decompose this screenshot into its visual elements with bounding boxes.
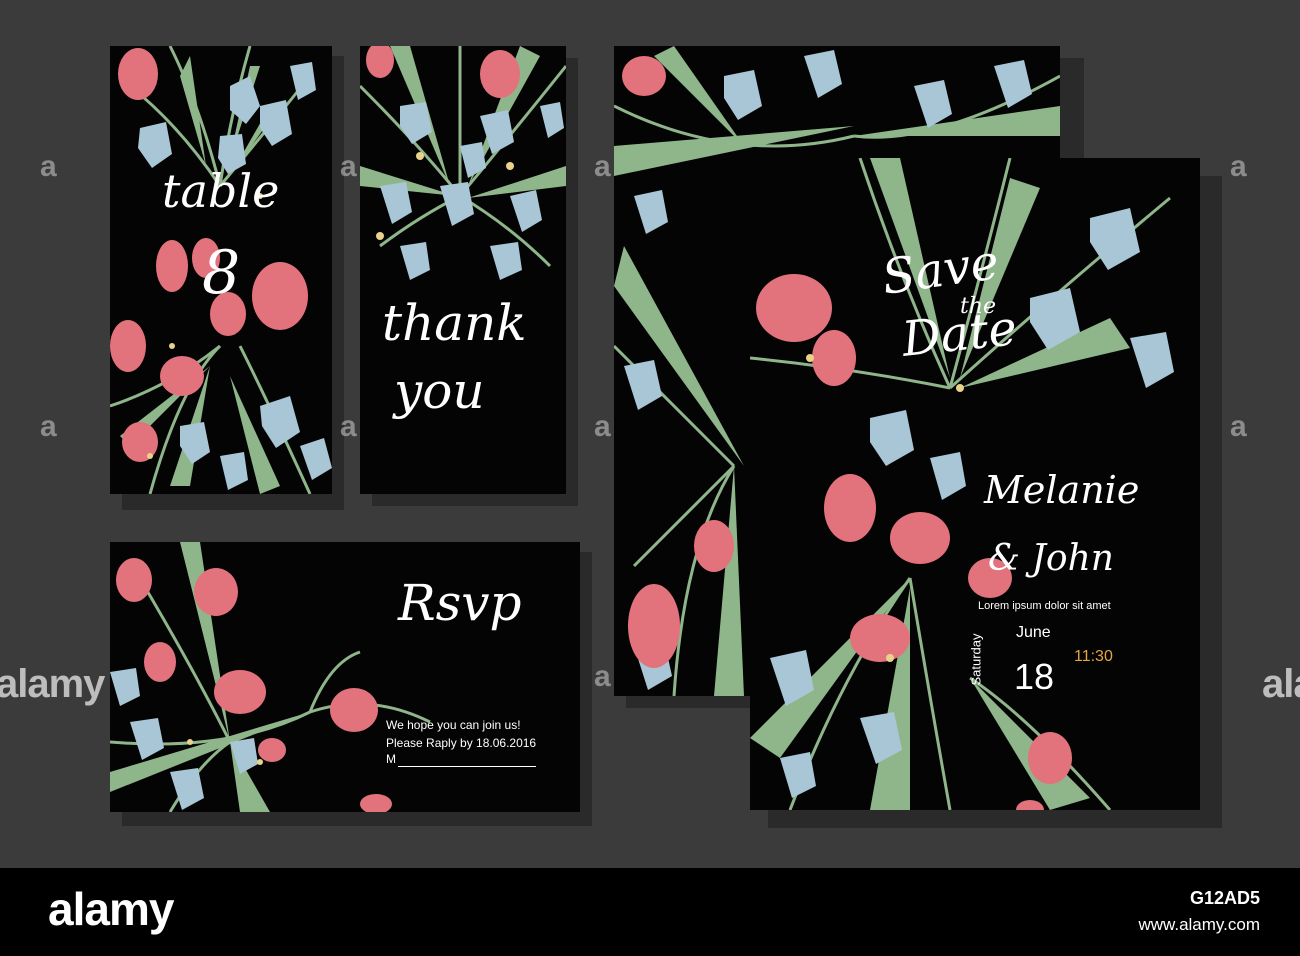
watermark-tile: a (594, 150, 611, 183)
watermark-tile: a (340, 150, 357, 183)
event-time: 11:30 (1074, 648, 1113, 665)
watermark-tile: a (40, 150, 57, 183)
watermark-tile: a (40, 410, 57, 443)
you-line: you (394, 362, 485, 420)
product-mockup-stage: alamy alamy (0, 0, 1300, 868)
rsvp-line-1: We hope you can join us! (386, 718, 521, 732)
table-number: 8 (202, 238, 241, 308)
watermark-tile: a (594, 660, 611, 693)
table-word: table (162, 164, 280, 218)
thank-you-card: thank you (360, 46, 566, 494)
brand-logo: alamy (48, 883, 174, 935)
watermark-tile: a (1230, 410, 1247, 443)
thank-line: thank (382, 294, 527, 352)
rsvp-line-2: Please Raply by 18.06.2016 (386, 736, 537, 750)
lorem-text: Lorem ipsum dolor sit amet (978, 600, 1111, 612)
image-id: G12AD5 (1189, 888, 1260, 908)
watermark-tile: a (340, 410, 357, 443)
name-second: & John (988, 538, 1114, 579)
day-number: 18 (1014, 656, 1055, 697)
rsvp-name-line (398, 766, 536, 767)
table-number-card: table 8 (110, 46, 332, 494)
watermark-tile: a (594, 410, 611, 443)
name-first: Melanie (984, 468, 1140, 512)
weekday-label: Saturday (968, 633, 984, 686)
watermark-left: alamy (0, 662, 105, 706)
floral-illustration (360, 46, 566, 280)
watermark-right: alamy (1262, 662, 1300, 706)
rsvp-title: Rsvp (398, 574, 522, 632)
date-word: Date (899, 300, 1020, 368)
image-id-block: G12AD5 www.alamy.com (1138, 888, 1260, 935)
stock-footer-bar: alamy G12AD5 www.alamy.com (0, 868, 1300, 956)
month-label: June (1016, 624, 1051, 641)
watermark-tile: a (1230, 150, 1247, 183)
rsvp-line-3: M (386, 752, 396, 766)
rsvp-card: Rsvp We hope you can join us! Please Rap… (110, 542, 580, 812)
site-url: www.alamy.com (1138, 915, 1260, 934)
save-the-date-card: Save the Date Melanie & John Lorem ipsum… (750, 158, 1200, 810)
